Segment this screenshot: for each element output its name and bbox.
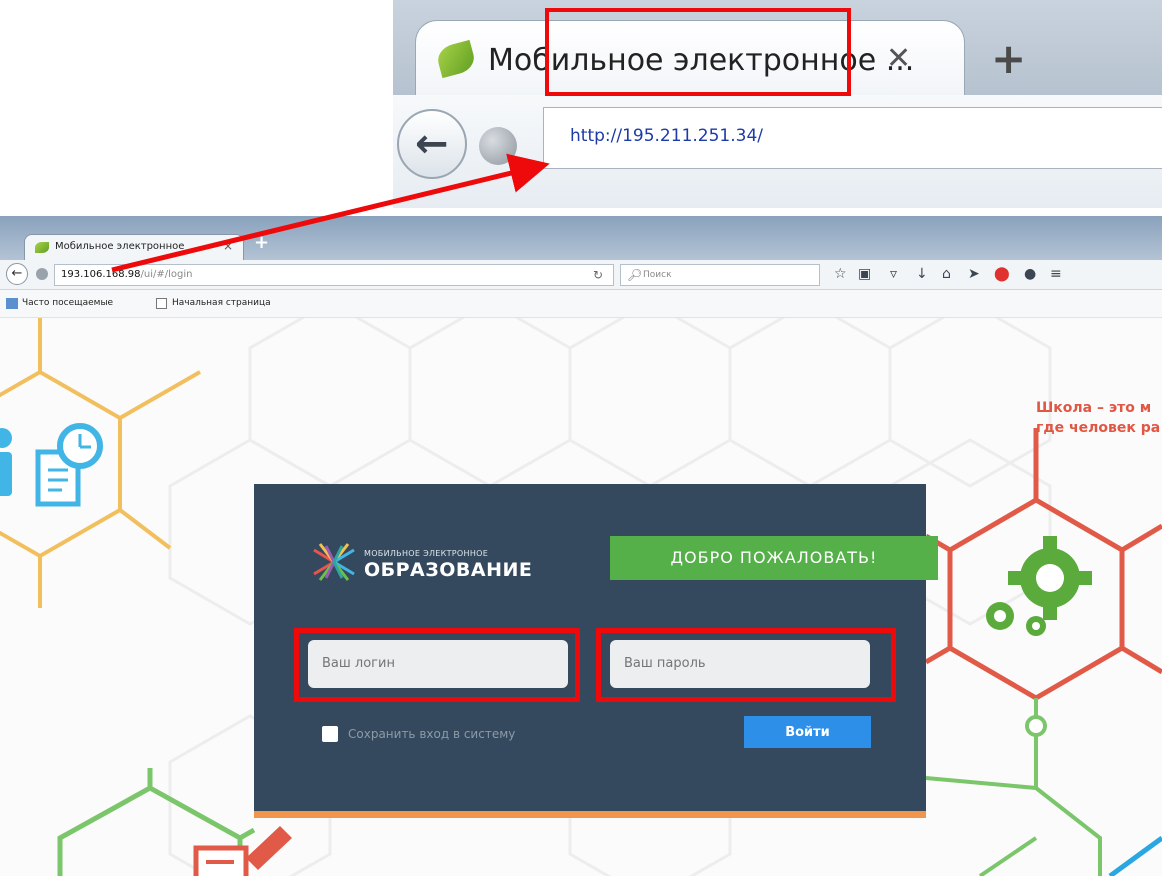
search-box[interactable]: 🔎︎ Поиск	[620, 264, 820, 286]
url-host: 193.106.168.98/ui/#/login	[61, 269, 193, 280]
close-icon[interactable]: ✕	[886, 41, 911, 76]
zoomed-browser: Мобильное электронное ... ✕ + ← http://1…	[393, 0, 1162, 208]
library-icon[interactable]: ▣	[858, 266, 871, 282]
green-hexagons-right	[925, 698, 1102, 876]
close-icon[interactable]: ×	[223, 239, 233, 253]
globe-icon	[479, 127, 517, 165]
search-icon: 🔎︎	[627, 268, 643, 282]
bookmark-start-page[interactable]: Начальная страница	[172, 298, 271, 308]
star-icon[interactable]: ☆	[834, 266, 847, 282]
tab[interactable]: Мобильное электронное ×	[24, 234, 244, 260]
gears-icon	[986, 536, 1092, 636]
url-path: /ui/#/login	[140, 269, 193, 280]
remember-label: Сохранить вход в систему	[348, 727, 516, 741]
home-icon[interactable]: ⌂	[942, 266, 951, 282]
download-icon[interactable]: ↓	[916, 266, 928, 282]
zoom-url-bar[interactable]: http://195.211.251.34/	[543, 107, 1162, 169]
page-content: Школа – это м где человек ра МОБИЛЬНОЕ Э…	[0, 318, 1162, 876]
back-button[interactable]: ←	[6, 263, 28, 285]
url-bar[interactable]: 193.106.168.98/ui/#/login ↻	[54, 264, 614, 286]
zoom-nav-bar: ← http://195.211.251.34/	[393, 95, 1162, 208]
send-icon[interactable]: ➤	[968, 266, 980, 282]
globe-icon	[36, 268, 48, 280]
bookmarks-bar: Часто посещаемые Начальная страница	[0, 290, 1162, 318]
logo-title: ОБРАЗОВАНИЕ	[364, 559, 533, 581]
leaf-icon	[35, 242, 49, 253]
tab-title: Мобильное электронное	[55, 241, 185, 252]
login-highlight-box	[294, 628, 580, 702]
bookmark-frequent[interactable]: Часто посещаемые	[22, 298, 113, 308]
page-icon	[156, 298, 167, 309]
logo-subtitle: МОБИЛЬНОЕ ЭЛЕКТРОННОЕ	[364, 549, 489, 558]
zoom-url-text: http://195.211.251.34/	[570, 126, 763, 146]
logo: МОБИЛЬНОЕ ЭЛЕКТРОННОЕ ОБРАЗОВАНИЕ	[312, 542, 552, 582]
new-tab-icon[interactable]: +	[254, 232, 269, 253]
tagline-line1: Школа – это м	[1036, 400, 1152, 416]
tagline: Школа – это м где человек ра	[1036, 398, 1160, 438]
welcome-banner: ДОБРО ПОЖАЛОВАТЬ!	[610, 536, 938, 580]
blue-line	[1108, 835, 1162, 876]
tab-bar: Мобильное электронное × +	[0, 216, 1162, 260]
bookmark-icon	[6, 298, 18, 309]
menu-icon[interactable]: ≡	[1050, 266, 1062, 282]
remember-checkbox[interactable]	[322, 726, 338, 742]
back-button[interactable]: ←	[397, 109, 467, 179]
password-highlight-box	[596, 628, 896, 702]
arrow-left-icon: ←	[415, 121, 449, 167]
login-button[interactable]: Войти	[744, 716, 871, 748]
nav-bar: ← 193.106.168.98/ui/#/login ↻ 🔎︎ Поиск ☆…	[0, 260, 1162, 290]
login-card: МОБИЛЬНОЕ ЭЛЕКТРОННОЕ ОБРАЗОВАНИЕ ДОБРО …	[254, 484, 938, 818]
screenshot: Мобильное электронное ... ✕ + ← http://1…	[0, 0, 1162, 876]
logo-mark-icon	[313, 543, 355, 581]
url-highlight-box	[545, 8, 851, 96]
chat-icon[interactable]: ●	[1024, 266, 1036, 282]
person-document-icon	[0, 423, 103, 507]
reload-icon[interactable]: ↻	[593, 268, 603, 282]
pocket-icon[interactable]: ▿	[890, 266, 897, 282]
leaf-icon	[434, 39, 478, 79]
tagline-line2: где человек ра	[1036, 420, 1161, 436]
search-placeholder: Поиск	[643, 270, 672, 280]
new-tab-icon[interactable]: +	[991, 38, 1026, 80]
browser-window: Мобильное электронное × + ← 193.106.168.…	[0, 216, 1162, 876]
adblock-icon[interactable]: ⬤	[994, 266, 1010, 282]
